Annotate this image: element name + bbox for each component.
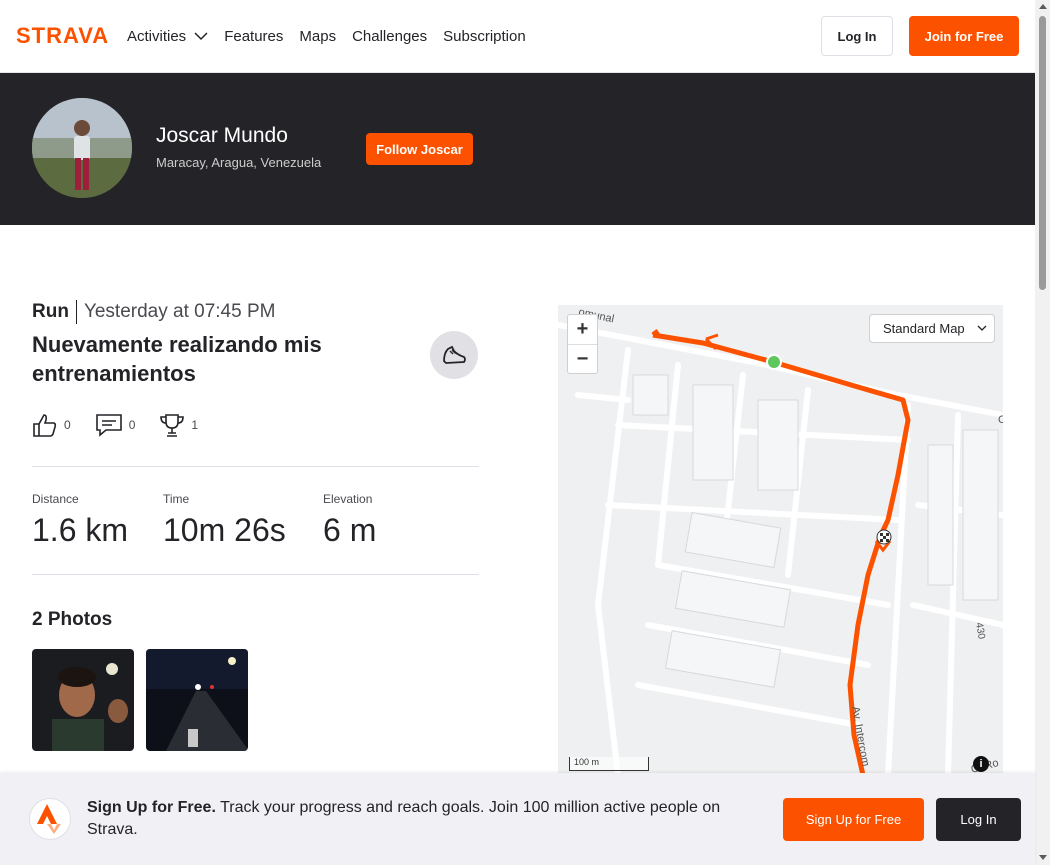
login-button[interactable]: Log In [821, 16, 893, 56]
avatar-photo-icon [32, 98, 132, 198]
stat-time-value: 10m 26s [163, 512, 286, 548]
stat-time-label: Time [163, 492, 190, 506]
scroll-thumb[interactable] [1039, 16, 1046, 290]
nav-maps[interactable]: Maps [299, 28, 336, 45]
activity-type: Run [32, 301, 69, 322]
svg-text:C: C [998, 414, 1003, 426]
header-separator [75, 300, 77, 324]
achievements-button[interactable]: 1 [159, 412, 198, 438]
stat-elevation: Elevation 6 m [323, 492, 376, 549]
nav-maps-label: Maps [299, 27, 337, 45]
comments-count: 0 [128, 418, 136, 432]
photo-night-road-icon [146, 649, 248, 751]
signup-banner: Sign Up for Free. Track your progress an… [0, 773, 1035, 865]
nav-features-label: Features [224, 27, 284, 45]
signup-bold: Sign Up for Free. [87, 799, 216, 816]
signup-button[interactable]: Sign Up for Free [783, 798, 924, 841]
nav-activities[interactable]: Activities [127, 28, 208, 45]
zoom-out-button[interactable]: − [568, 345, 597, 374]
comments-button[interactable]: 0 [95, 413, 136, 437]
activity-stats: Distance 1.6 km Time 10m 26s Elevation 6… [32, 492, 408, 549]
stat-distance-value: 1.6 km [32, 512, 129, 548]
join-button[interactable]: Join for Free [909, 16, 1019, 56]
chevron-down-icon [194, 31, 208, 40]
nav-challenges-label: Challenges [352, 27, 428, 45]
running-shoe-icon [443, 345, 466, 364]
map-scale: 100 m [569, 757, 649, 771]
scroll-down-arrow-icon[interactable] [1039, 855, 1047, 860]
photos-title: 2 Photos [32, 609, 113, 630]
map-canvas: omunal Av. Intercom 430 C. Ro C [558, 306, 1003, 775]
page-scrollbar[interactable] [1035, 0, 1050, 865]
activity-header: Run Yesterday at 07:45 PM [32, 300, 275, 324]
strava-chevron-logo-icon [37, 804, 61, 834]
nav-subscription[interactable]: Subscription [443, 28, 526, 45]
divider-top [32, 466, 479, 467]
zoom-in-button[interactable]: + [568, 315, 597, 344]
kudos-count: 0 [64, 418, 71, 432]
trophy-icon [160, 414, 185, 437]
stat-distance: Distance 1.6 km [32, 492, 131, 549]
activity-title: Nuevamente realizando mis entrenamientos [32, 332, 322, 386]
stat-time: Time 10m 26s [163, 492, 291, 549]
map-style-select[interactable]: Standard Map [869, 314, 995, 343]
scroll-up-arrow-icon[interactable] [1039, 4, 1047, 9]
athlete-banner: Joscar Mundo Maracay, Aragua, Venezuela … [0, 73, 1035, 225]
sport-badge [430, 331, 478, 379]
nav-activities-label: Activities [127, 27, 187, 45]
nav-challenges[interactable]: Challenges [352, 28, 427, 45]
map-style-label: Standard Map [883, 321, 965, 336]
start-marker-icon [766, 354, 782, 370]
nav-links: Activities Features Maps Challenges Subs… [127, 0, 526, 72]
top-nav: STRAVA Activities Features Maps Challeng… [0, 0, 1035, 73]
strava-logo-wordmark: STRAVA [16, 23, 109, 48]
athlete-location: Maracay, Aragua, Venezuela [156, 155, 322, 170]
stat-elevation-label: Elevation [323, 492, 373, 506]
kudos-button[interactable]: 0 [32, 412, 71, 438]
activity-date: Yesterday at 07:45 PM [83, 301, 276, 322]
zoom-controls: + − [567, 314, 598, 374]
activity-photo-1[interactable] [32, 649, 134, 751]
follow-button[interactable]: Follow Joscar [366, 133, 473, 165]
svg-text:STRAVA: STRAVA [16, 25, 109, 45]
stat-elevation-value: 6 m [323, 512, 377, 548]
photo-selfie-icon [32, 649, 134, 751]
nav-subscription-label: Subscription [443, 27, 526, 45]
thumbs-up-icon [33, 414, 57, 437]
banner-login-button[interactable]: Log In [936, 798, 1021, 841]
stat-distance-label: Distance [32, 492, 79, 506]
strava-emblem [29, 798, 71, 840]
strava-logo[interactable]: STRAVA [16, 23, 111, 50]
activity-photo-2[interactable] [146, 649, 248, 751]
social-stats: 0 0 1 [32, 412, 222, 438]
activity-map[interactable]: omunal Av. Intercom 430 C. Ro C + − Stan… [558, 305, 1003, 775]
chevron-down-icon [977, 325, 987, 331]
map-info-icon[interactable]: i [973, 756, 989, 772]
athlete-avatar[interactable] [32, 98, 132, 198]
achievements-count: 1 [191, 418, 199, 432]
divider-bottom [32, 574, 479, 575]
nav-features[interactable]: Features [224, 28, 283, 45]
athlete-name[interactable]: Joscar Mundo [156, 124, 288, 148]
comment-icon [95, 414, 122, 437]
signup-message: Sign Up for Free. Track your progress an… [87, 797, 757, 841]
svg-text:430: 430 [973, 622, 987, 641]
